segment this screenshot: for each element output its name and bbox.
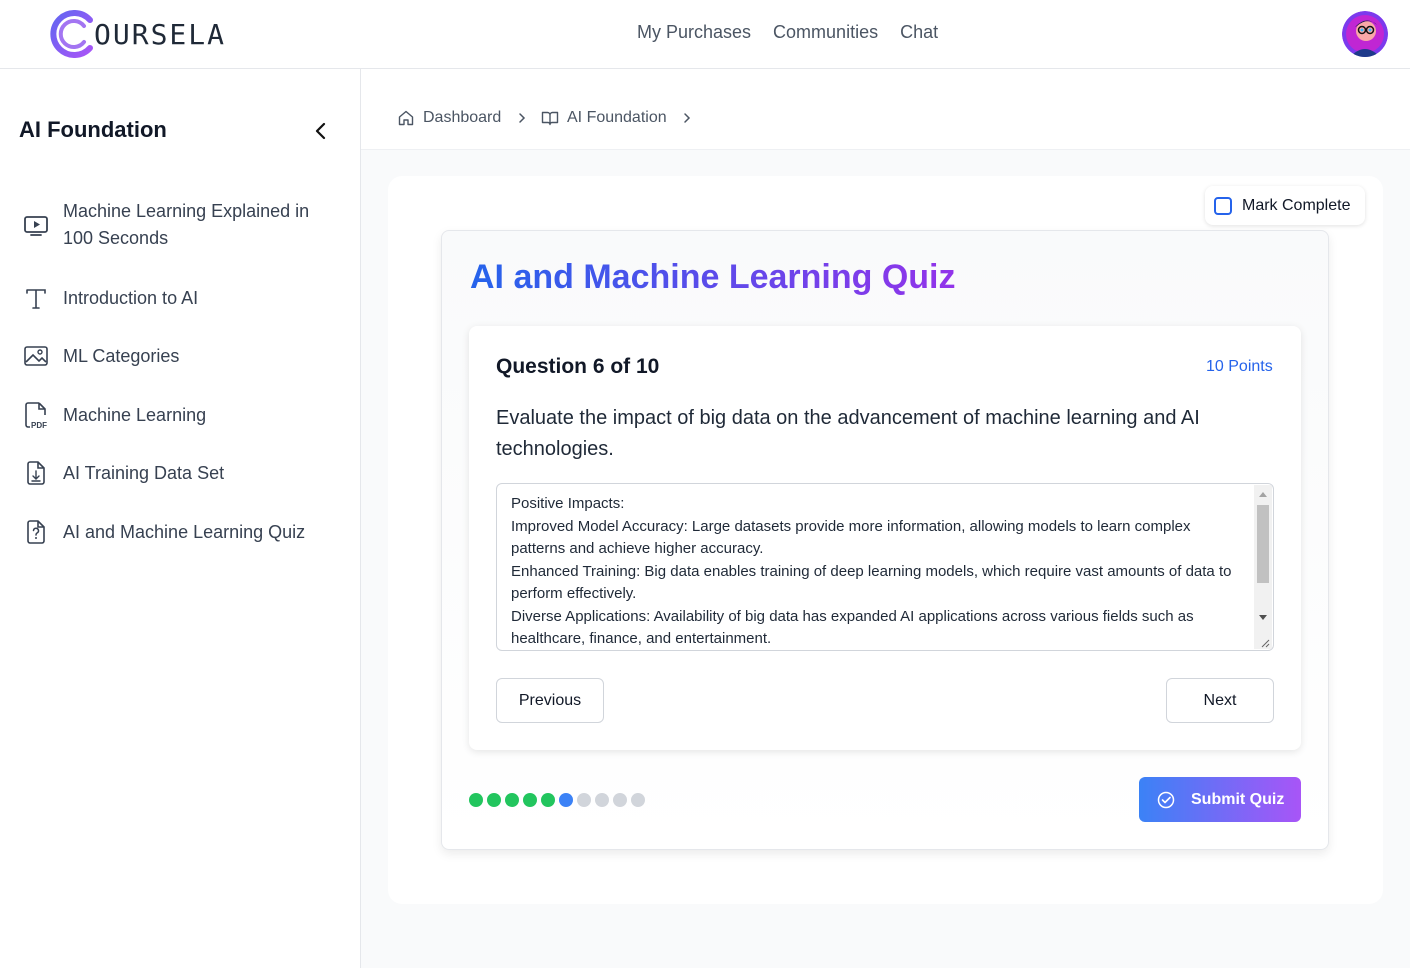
sidebar-item-training-data[interactable]: AI Training Data Set [22, 459, 342, 487]
answer-scrollbar[interactable] [1254, 485, 1272, 649]
breadcrumb-ai-foundation[interactable]: AI Foundation [541, 109, 667, 127]
submit-quiz-label: Submit Quiz [1191, 790, 1285, 808]
file-download-icon [27, 461, 45, 485]
sidebar-item-label: Machine Learning [63, 404, 207, 425]
progress-dot-5[interactable] [541, 793, 555, 807]
progress-dot-1[interactable] [469, 793, 483, 807]
logo-text: OURSELA [94, 17, 227, 51]
sidebar-item-intro-ai[interactable]: Introduction to AI [22, 284, 342, 312]
progress-dot-9[interactable] [613, 793, 627, 807]
user-avatar[interactable] [1342, 11, 1388, 57]
coursela-logo[interactable]: OURSELA [46, 10, 226, 58]
submit-quiz-button[interactable]: Submit Quiz [1139, 777, 1301, 822]
top-nav: My Purchases Communities Chat [637, 22, 938, 43]
sidebar-item-machine-learning[interactable]: PDF Machine Learning [22, 401, 342, 429]
progress-dot-3[interactable] [505, 793, 519, 807]
answer-textarea[interactable]: Positive Impacts: Improved Model Accurac… [496, 483, 1274, 651]
quiz-title: AI and Machine Learning Quiz [470, 258, 956, 296]
text-icon [26, 289, 46, 309]
next-button[interactable]: Next [1166, 678, 1274, 723]
mark-complete-button[interactable]: Mark Complete [1205, 186, 1365, 225]
answer-line: Enhanced Training: Big data enables trai… [511, 562, 1232, 603]
logo-c-icon [50, 10, 93, 58]
pdf-icon: PDF [25, 402, 47, 429]
progress-dot-10[interactable] [631, 793, 645, 807]
sidebar-title: AI Foundation [19, 117, 167, 142]
home-icon [398, 110, 414, 126]
chevron-right-icon [684, 113, 691, 123]
sidebar-item-ml-explained[interactable]: Machine Learning Explained in 100 Second… [22, 198, 342, 252]
chevron-right-icon [519, 113, 526, 123]
nav-chat[interactable]: Chat [900, 22, 938, 43]
scroll-thumb[interactable] [1257, 505, 1269, 583]
svg-text:PDF: PDF [31, 421, 47, 429]
sidebar-item-label: ML Categories [63, 345, 180, 366]
nav-my-purchases[interactable]: My Purchases [637, 22, 751, 43]
question-number: Question 6 of 10 [496, 355, 660, 378]
answer-text[interactable]: Positive Impacts: Improved Model Accurac… [511, 493, 1241, 650]
book-open-icon [541, 111, 559, 126]
breadcrumb: Dashboard AI Foundation [361, 69, 1410, 150]
answer-line: Positive Impacts: [511, 495, 625, 512]
course-sidebar: AI Foundation Machine Learning Explained… [0, 69, 361, 968]
chevron-left-icon[interactable] [310, 119, 330, 143]
check-circle-icon [1157, 791, 1175, 808]
scroll-up-arrow[interactable] [1259, 492, 1267, 497]
top-header: OURSELA My Purchases Communities Chat [0, 0, 1410, 69]
mark-complete-label: Mark Complete [1242, 196, 1351, 214]
image-icon [24, 346, 48, 366]
answer-line: Improved Model Accuracy: Large datasets … [511, 517, 1191, 558]
nav-communities[interactable]: Communities [773, 22, 878, 43]
progress-dot-8[interactable] [595, 793, 609, 807]
sidebar-item-ml-categories[interactable]: ML Categories [22, 342, 342, 370]
sidebar-item-label: AI and Machine Learning Quiz [63, 521, 306, 542]
resize-handle-icon[interactable] [1260, 638, 1270, 648]
question-text: Evaluate the impact of big data on the a… [496, 407, 1200, 460]
mark-complete-checkbox[interactable] [1214, 196, 1232, 215]
question-progress-dots [469, 793, 645, 807]
progress-dot-6[interactable] [559, 793, 573, 807]
breadcrumb-label: Dashboard [423, 109, 502, 126]
sidebar-item-label: Machine Learning Explained in 100 Second… [63, 201, 310, 248]
breadcrumb-dashboard[interactable]: Dashboard [397, 109, 501, 127]
progress-dot-7[interactable] [577, 793, 591, 807]
progress-dot-4[interactable] [523, 793, 537, 807]
video-icon [24, 216, 48, 236]
sidebar-item-label: Introduction to AI [63, 287, 199, 308]
quiz-icon [27, 520, 45, 544]
question-points: 10 Points [1206, 358, 1273, 375]
breadcrumb-label: AI Foundation [567, 109, 667, 126]
sidebar-item-quiz[interactable]: AI and Machine Learning Quiz [22, 518, 342, 546]
previous-button[interactable]: Previous [496, 678, 604, 723]
sidebar-item-label: AI Training Data Set [63, 462, 225, 483]
progress-dot-2[interactable] [487, 793, 501, 807]
answer-line: Diverse Applications: Availability of bi… [511, 607, 1194, 648]
scroll-down-arrow[interactable] [1259, 615, 1267, 620]
